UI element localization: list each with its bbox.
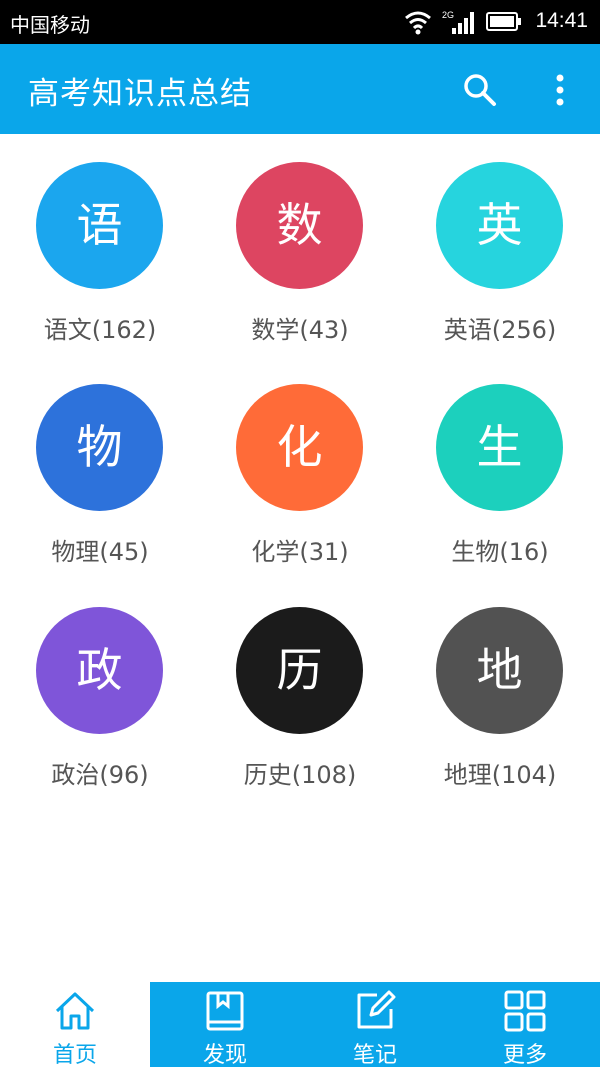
- overflow-menu-icon[interactable]: [540, 70, 580, 110]
- carrier-name: 中国移动: [10, 13, 90, 37]
- subject-item[interactable]: 语 语文(162): [0, 134, 200, 344]
- subject-item[interactable]: 地 地理(104): [400, 579, 600, 789]
- status-icons: 2G: [405, 10, 521, 35]
- subject-icon: 语: [36, 162, 163, 289]
- subject-label: 语文(162): [43, 316, 157, 344]
- subject-label: 化学(31): [251, 538, 349, 566]
- subject-label: 生物(16): [451, 538, 549, 566]
- subject-label: 英语(256): [443, 316, 557, 344]
- subject-icon: 历: [236, 607, 363, 734]
- subject-label: 历史(108): [243, 761, 357, 789]
- clock: 14:41: [535, 9, 588, 32]
- tab-label: 发现: [202, 1043, 247, 1068]
- subject-label: 数学(43): [251, 316, 349, 344]
- status-bar: 中国移动 2G 14:41: [0, 0, 600, 44]
- subject-icon: 数: [236, 162, 363, 289]
- tab-discover[interactable]: 发现: [150, 982, 300, 1068]
- signal-icon: [452, 12, 474, 34]
- edit-icon: [357, 990, 396, 1029]
- bottom-tab-bar: 首页 发现 笔记 更多: [0, 982, 600, 1068]
- subject-item[interactable]: 政 政治(96): [0, 579, 200, 789]
- subject-item[interactable]: 物 物理(45): [0, 356, 200, 566]
- subject-grid: 语 语文(162) 数 数学(43) 英 英语(256) 物 物理(45) 化 …: [0, 134, 600, 982]
- subject-item[interactable]: 生 生物(16): [400, 356, 600, 566]
- subject-icon: 地: [436, 607, 563, 734]
- search-icon[interactable]: [460, 70, 500, 110]
- tab-more[interactable]: 更多: [450, 982, 600, 1068]
- home-icon: [55, 992, 95, 1030]
- wifi-icon: [405, 11, 431, 30]
- subject-label: 地理(104): [443, 761, 557, 789]
- battery-icon: [486, 12, 521, 31]
- subject-icon: 物: [36, 384, 163, 511]
- subject-icon: 英: [436, 162, 563, 289]
- page-title: 高考知识点总结: [28, 76, 252, 112]
- tab-label: 笔记: [352, 1043, 397, 1068]
- subject-label: 政治(96): [51, 761, 149, 789]
- subject-item[interactable]: 历 历史(108): [200, 579, 400, 789]
- tab-notes[interactable]: 笔记: [300, 982, 450, 1068]
- subject-icon: 生: [436, 384, 563, 511]
- book-icon: [206, 991, 244, 1031]
- network-type-label: 2G: [442, 10, 454, 20]
- subject-icon: 化: [236, 384, 363, 511]
- subject-item[interactable]: 数 数学(43): [200, 134, 400, 344]
- tab-label: 更多: [502, 1043, 547, 1068]
- grid-icon: [504, 990, 546, 1032]
- subject-item[interactable]: 英 英语(256): [400, 134, 600, 344]
- tab-label: 首页: [52, 1043, 97, 1068]
- subject-label: 物理(45): [51, 538, 149, 566]
- tab-home[interactable]: 首页: [0, 982, 150, 1068]
- subject-icon: 政: [36, 607, 163, 734]
- app-bar: 高考知识点总结: [0, 44, 600, 134]
- subject-item[interactable]: 化 化学(31): [200, 356, 400, 566]
